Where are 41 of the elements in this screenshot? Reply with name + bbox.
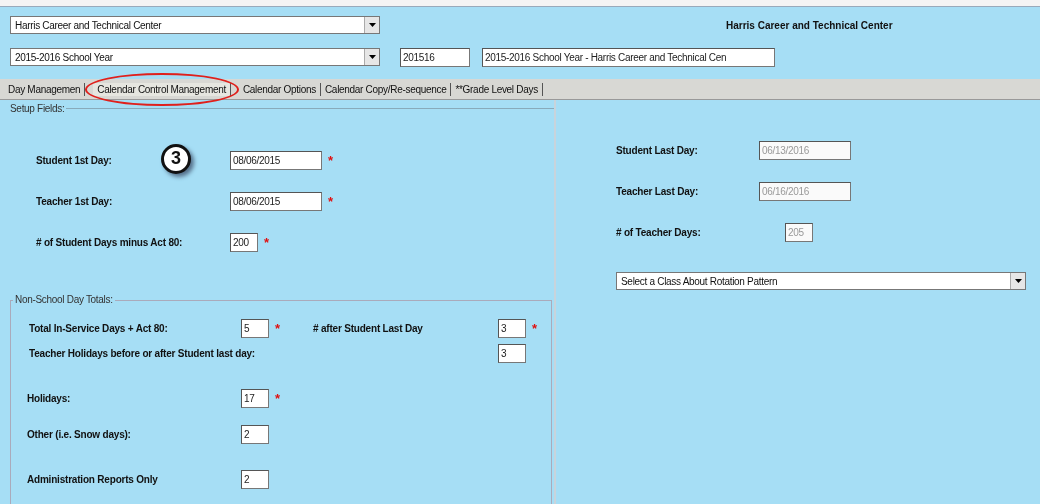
field-label: Other (i.e. Snow days): xyxy=(27,428,132,440)
input-field[interactable]: 5 xyxy=(241,318,269,338)
input-field[interactable]: 3 xyxy=(498,318,526,338)
school-year-dropdown[interactable]: 2015-2016 School Year xyxy=(10,48,380,66)
field-label: Holidays: xyxy=(27,392,72,404)
field-label: Teacher 1st Day: xyxy=(36,196,113,207)
field-label: # of Student Days minus Act 80: xyxy=(36,237,183,248)
tab[interactable]: Calendar Control Management xyxy=(93,82,231,96)
required-mark: * xyxy=(532,320,538,336)
field-label: Teacher Last Day: xyxy=(616,186,698,197)
year-code-field[interactable]: 201516 xyxy=(400,47,470,67)
group-legend: Setup Fields: xyxy=(10,102,65,114)
input-field[interactable]: 17 xyxy=(241,388,269,408)
field-label: Student 1st Day: xyxy=(36,155,112,166)
input-field[interactable]: 08/06/2015 xyxy=(230,192,322,211)
school-title: Harris Career and Technical Center xyxy=(726,19,893,31)
group-legend: Non-School Day Totals: xyxy=(13,294,115,305)
required-mark: * xyxy=(328,194,334,209)
input-field[interactable]: 3 xyxy=(498,343,526,363)
field-label: Teacher Holidays before or after Student last day: xyxy=(29,347,256,359)
tab[interactable]: Day Managemen xyxy=(4,82,86,96)
field-label: Student Last Day: xyxy=(616,145,698,156)
step-badge: 3 xyxy=(161,143,191,174)
input-field[interactable]: 2 xyxy=(241,469,269,489)
input-field[interactable]: 08/06/2015 xyxy=(230,151,322,170)
required-mark: * xyxy=(275,390,281,406)
input-field[interactable]: 2 xyxy=(241,424,269,444)
field-label: # of Teacher Days: xyxy=(616,227,701,238)
input-field[interactable]: 200 xyxy=(230,233,258,252)
rotation-pattern-dropdown[interactable]: Select a Class About Rotation Pattern xyxy=(616,272,1026,290)
field-label: Total In-Service Days + Act 80: xyxy=(29,322,169,334)
required-mark: * xyxy=(275,320,281,336)
required-mark: * xyxy=(264,235,270,250)
tab[interactable]: Calendar Options xyxy=(238,82,321,96)
tab[interactable]: Calendar Copy/Re-sequence xyxy=(320,82,452,96)
tab[interactable]: **Grade Level Days xyxy=(451,82,543,96)
field-label: # after Student Last Day xyxy=(313,322,424,334)
required-mark: * xyxy=(328,153,334,168)
school-dropdown[interactable]: Harris Career and Technical Center xyxy=(10,16,380,34)
year-description-field[interactable]: 2015-2016 School Year - Harris Career and Technical Cen xyxy=(482,47,775,67)
field-label: Administration Reports Only xyxy=(27,473,159,485)
